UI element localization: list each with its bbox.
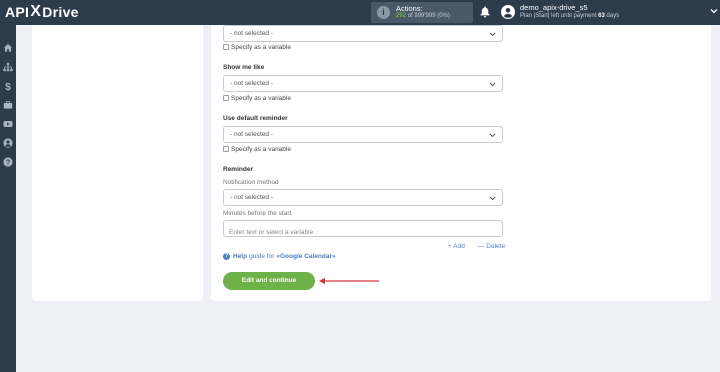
use-default-reminder-select[interactable]: - not selected -	[223, 126, 503, 143]
checkbox-box[interactable]	[223, 44, 229, 50]
sidebar: $ ?	[0, 25, 16, 372]
select-value: - not selected -	[230, 131, 273, 138]
actions-total: of 999'999	[407, 13, 436, 19]
help-text: guide for	[249, 253, 275, 260]
actions-label: Actions:	[396, 4, 423, 13]
chevron-down-icon	[489, 82, 496, 87]
checkbox-box[interactable]	[223, 146, 229, 152]
show-me-like-variable-checkbox[interactable]: Specify as a variable	[223, 94, 291, 102]
checkbox-label: Specify as a variable	[231, 43, 291, 51]
checkbox-box[interactable]	[223, 95, 229, 101]
show-me-like-title: Show me like	[223, 64, 265, 71]
actions-used: 292	[396, 13, 407, 19]
sitemap-icon[interactable]	[3, 62, 13, 72]
use-default-reminder-title: Use default reminder	[223, 115, 288, 122]
select-value: - not selected -	[230, 30, 273, 37]
logo-text-x: X	[30, 3, 42, 20]
use-default-reminder-variable-checkbox[interactable]: Specify as a variable	[223, 145, 291, 153]
logo-text-drive: Drive	[42, 4, 79, 20]
chevron-down-icon	[489, 32, 496, 37]
account-icon[interactable]	[3, 138, 13, 148]
user-plan: Plan |Start| left until payment 63 days	[520, 13, 619, 19]
svg-text:?: ?	[6, 160, 10, 167]
info-icon: i	[377, 6, 390, 19]
actions-count: 292 of 999'999 (0%)	[396, 13, 450, 19]
left-panel	[32, 25, 203, 301]
select-value: - not selected -	[230, 194, 273, 201]
minutes-before-field[interactable]	[223, 220, 503, 240]
annotation-arrow-icon	[319, 277, 379, 285]
plan-days-suffix: days	[606, 13, 620, 19]
actions-counter: i Actions: 292 of 999'999 (0%)	[371, 2, 473, 23]
help-service: «Google Calendar»	[276, 253, 336, 260]
delete-reminder-link[interactable]: — Delete	[478, 243, 505, 250]
checkbox-label: Specify as a variable	[231, 145, 291, 153]
youtube-icon[interactable]	[3, 119, 13, 129]
top-bar: API X Drive i Actions: 292 of 999'999 (0%)…	[0, 0, 720, 25]
home-icon[interactable]	[3, 43, 13, 53]
show-me-like-select[interactable]: - not selected -	[223, 75, 503, 92]
user-name[interactable]: demo_apix-drive_s5	[520, 3, 588, 12]
plan-days-value: 63	[598, 13, 605, 19]
help-prefix: Help	[233, 253, 248, 260]
chevron-down-icon	[489, 196, 496, 201]
edit-and-continue-button[interactable]: Edit and continue	[223, 272, 315, 290]
dollar-icon[interactable]: $	[3, 81, 13, 91]
minutes-before-input[interactable]	[224, 225, 502, 240]
notification-method-label: Notification method	[223, 179, 279, 186]
field-1-select[interactable]: - not selected -	[223, 25, 503, 42]
logo-text-api: API	[5, 4, 30, 20]
chevron-down-icon[interactable]	[710, 8, 718, 14]
bell-icon[interactable]	[480, 6, 490, 18]
apix-drive-logo[interactable]: API X Drive	[5, 3, 79, 21]
svg-text:$: $	[5, 82, 11, 91]
briefcase-icon[interactable]	[3, 100, 13, 110]
select-value: - not selected -	[230, 80, 273, 87]
add-reminder-link[interactable]: + Add	[448, 243, 465, 250]
notification-method-select[interactable]: - not selected -	[223, 189, 503, 206]
chevron-down-icon	[489, 133, 496, 138]
question-circle-icon: ?	[223, 253, 230, 260]
checkbox-label: Specify as a variable	[231, 94, 291, 102]
user-icon[interactable]	[501, 5, 515, 19]
minutes-before-label: Minutes before the start	[223, 210, 292, 217]
help-icon[interactable]: ?	[3, 157, 13, 167]
reminder-title: Reminder	[223, 166, 253, 173]
plan-text: Plan |Start| left until payment	[520, 13, 597, 19]
help-guide-link[interactable]: ? Help guide for «Google Calendar»	[223, 253, 336, 260]
field-1-variable-checkbox[interactable]: Specify as a variable	[223, 43, 291, 51]
actions-percent: (0%)	[437, 13, 450, 19]
